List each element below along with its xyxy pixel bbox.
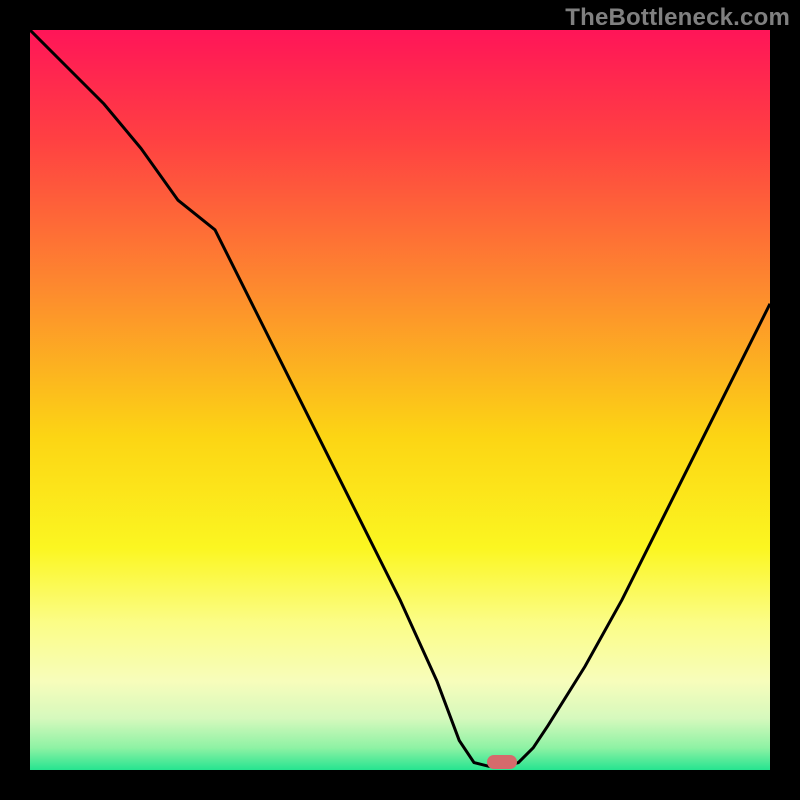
attribution-text: TheBottleneck.com <box>565 4 790 32</box>
plot-area <box>30 30 770 770</box>
chart-frame: TheBottleneck.com <box>0 0 800 800</box>
optimal-marker <box>487 755 517 769</box>
plot-svg <box>30 30 770 770</box>
gradient-background <box>30 30 770 770</box>
